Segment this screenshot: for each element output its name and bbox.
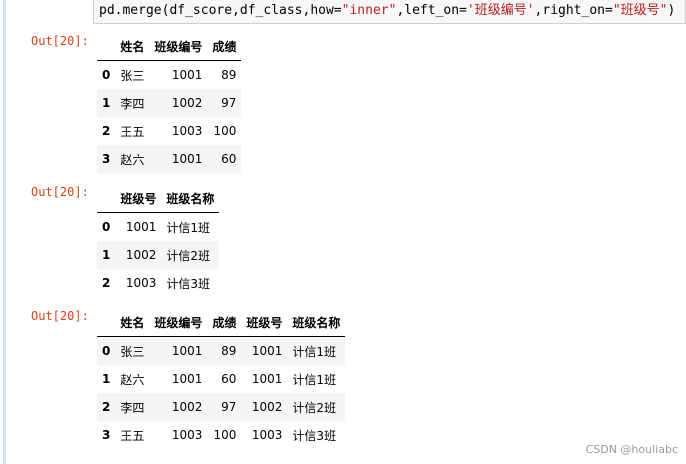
table-cell: 1001 [125,220,157,234]
table-row: 0 张三 1001 89 [97,61,241,90]
column-header: 班级名称 [287,308,346,337]
table-cell: 89 [221,68,237,82]
output-prompt: Out[20]: [31,34,89,48]
column-header: 班级号 [115,184,162,213]
column-header: 班级编号 [149,32,208,61]
table-cell: 100 [213,428,237,442]
table-cell: 100 [213,124,237,138]
table-row: 2 王五 1003 100 [97,117,241,145]
dataframe-score: 姓名 班级编号 成绩 0 张三 1001 89 1 李四 1002 97 2 王… [97,32,242,173]
code-left-on: ,left_on= [396,3,467,18]
table-cell: 计信1班 [166,220,211,235]
code-right-on: ,right_on= [534,3,613,18]
row-index: 0 [102,344,111,358]
table-cell: 李四 [120,96,145,111]
output-prompt: Out[20]: [31,309,89,323]
row-index: 0 [102,220,111,234]
table-row: 0 1001 计信1班 [97,213,219,242]
code-how-value: "inner" [341,3,397,18]
row-index: 1 [102,372,111,386]
row-index: 0 [102,68,111,82]
table-cell: 计信2班 [166,248,211,263]
dataframe-class: 班级号 班级名称 0 1001 计信1班 1 1002 计信2班 2 1003 … [97,184,220,297]
watermark: CSDN @houliabc [585,443,678,456]
code-right-value: "班级号" [612,3,668,18]
column-header: 班级名称 [161,184,220,213]
table-cell: 97 [221,400,237,414]
table-cell: 1002 [125,248,157,262]
column-header: 班级编号 [149,308,208,337]
table-cell: 1001 [171,152,203,166]
code-left-value: '班级编号' [466,3,535,18]
table-row: 2 1003 计信3班 [97,269,219,297]
table-row: 0 张三 1001 89 1001 计信1班 [97,336,346,365]
output-prompt: Out[20]: [31,185,89,199]
index-header [97,308,116,337]
table-header-row: 姓名 班级编号 成绩 [97,32,242,61]
table-cell: 王五 [120,124,145,139]
table-cell: 张三 [120,344,145,359]
column-header: 成绩 [207,32,242,61]
table-cell: 60 [221,372,237,386]
column-header: 姓名 [115,32,150,61]
table-cell: 1001 [171,68,203,82]
table-cell: 计信3班 [292,428,337,443]
row-index: 3 [102,428,111,442]
table-cell: 王五 [120,428,145,443]
table-cell: 60 [221,152,237,166]
table-row: 2 李四 1002 97 1002 计信2班 [97,393,346,421]
table-cell: 赵六 [120,152,145,167]
code-suffix: ) [667,3,676,18]
column-header: 成绩 [207,308,242,337]
table-cell: 1003 [125,276,157,290]
table-cell: 李四 [120,400,145,415]
table-cell: 1002 [251,400,283,414]
table-cell: 89 [221,344,237,358]
code-input[interactable]: pd.merge(df_score,df_class,how="inner",l… [93,0,686,24]
code-prefix: pd.merge(df_score,df_class,how= [99,3,342,18]
table-cell: 计信3班 [166,276,211,291]
table-cell: 1003 [251,428,283,442]
row-index: 3 [102,152,111,166]
table-header-row: 姓名 班级编号 成绩 班级号 班级名称 [97,308,346,337]
table-cell: 1003 [171,124,203,138]
table-cell: 计信2班 [292,400,337,415]
index-header [97,32,116,61]
column-header: 姓名 [115,308,150,337]
dataframe-merged: 姓名 班级编号 成绩 班级号 班级名称 0 张三 1001 89 1001 计信… [97,308,346,449]
table-cell: 1003 [171,428,203,442]
table-cell: 计信1班 [292,372,337,387]
row-index: 1 [102,248,111,262]
table-cell: 赵六 [120,372,145,387]
table-cell: 1002 [171,400,203,414]
table-cell: 1002 [171,96,203,110]
table-cell: 1001 [251,372,283,386]
table-cell: 97 [221,96,237,110]
table-cell: 计信1班 [292,344,337,359]
index-header [97,184,116,213]
row-index: 2 [102,276,111,290]
table-cell: 1001 [171,344,203,358]
row-index: 2 [102,400,111,414]
table-row: 3 王五 1003 100 1003 计信3班 [97,421,345,449]
column-header: 班级号 [241,308,288,337]
table-row: 3 赵六 1001 60 [97,145,242,173]
row-index: 1 [102,96,111,110]
row-index: 2 [102,124,111,138]
table-row: 1 赵六 1001 60 1001 计信1班 [97,365,345,393]
table-cell: 1001 [171,372,203,386]
table-row: 1 1002 计信2班 [97,241,220,269]
table-cell: 1001 [251,344,283,358]
table-row: 1 李四 1002 97 [97,89,242,117]
table-cell: 张三 [120,68,145,83]
table-header-row: 班级号 班级名称 [97,184,220,213]
